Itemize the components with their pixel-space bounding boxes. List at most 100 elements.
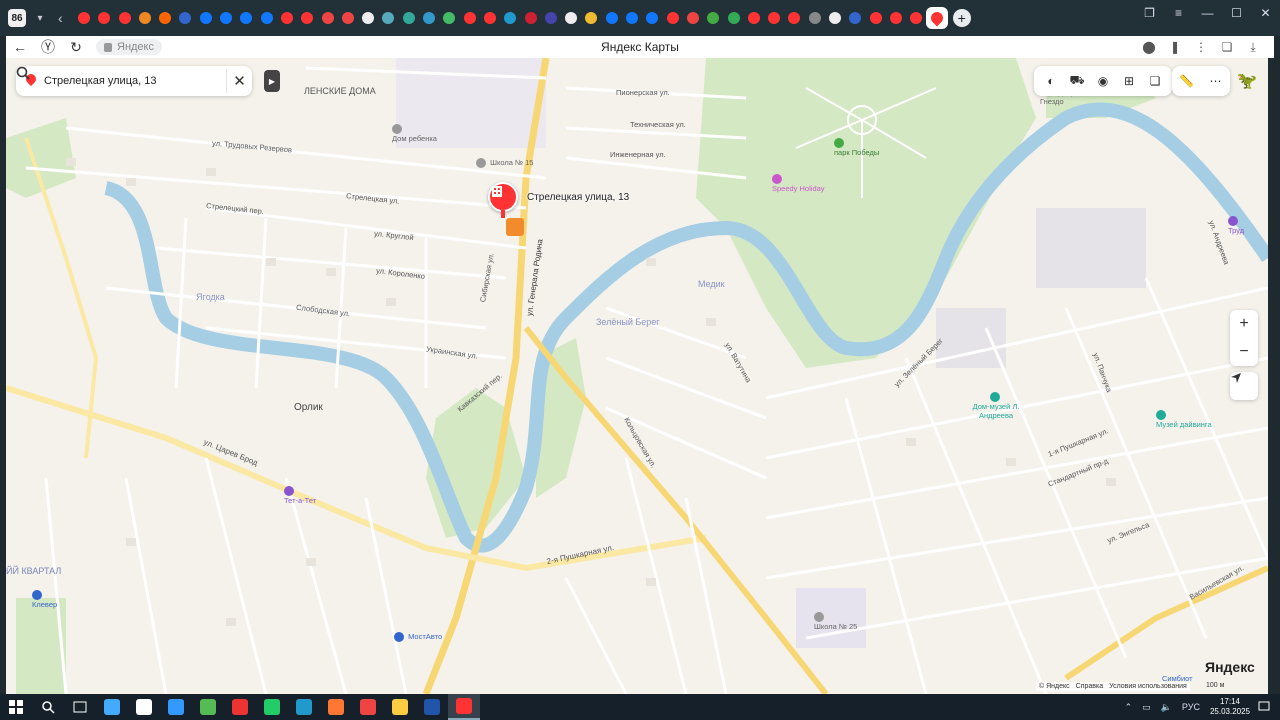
taskbar-app[interactable] xyxy=(288,694,320,720)
browser-tab[interactable] xyxy=(480,8,500,28)
browser-tab[interactable] xyxy=(683,8,703,28)
taskbar-app[interactable] xyxy=(448,694,480,720)
panorama-icon[interactable]: ◉ xyxy=(1090,68,1116,94)
tabs-panel-icon[interactable]: ❐ xyxy=(1135,0,1164,26)
taskbar-app[interactable] xyxy=(352,694,384,720)
browser-tab[interactable] xyxy=(561,8,581,28)
poi-speedy-holiday[interactable]: Speedy Holiday xyxy=(772,174,825,193)
locate-me-button[interactable] xyxy=(1230,372,1258,400)
browser-tab[interactable] xyxy=(724,8,744,28)
location-icon[interactable]: ⬤ xyxy=(1136,36,1162,58)
tray-chevron-up-icon[interactable]: ⌃ xyxy=(1125,702,1133,713)
more-menu-icon[interactable]: ⋮ xyxy=(1188,36,1214,58)
clear-search-button[interactable]: ✕ xyxy=(226,69,252,93)
browser-tab[interactable] xyxy=(74,8,94,28)
back-button[interactable]: ← xyxy=(6,36,34,58)
tab-counter[interactable]: 86 xyxy=(8,9,26,27)
poi-dom-muzei[interactable]: Дом-музей Л. Андреева xyxy=(966,392,1026,420)
browser-tab[interactable] xyxy=(845,8,865,28)
browser-tab[interactable] xyxy=(196,8,216,28)
poi-school-15[interactable]: Школа № 15 xyxy=(476,158,533,169)
browser-tab[interactable] xyxy=(338,8,358,28)
browser-tab[interactable] xyxy=(642,8,662,28)
browser-tab[interactable] xyxy=(521,8,541,28)
browser-tab[interactable] xyxy=(663,8,683,28)
browser-tab[interactable] xyxy=(805,8,825,28)
browser-tab[interactable] xyxy=(277,8,297,28)
taskbar-app[interactable] xyxy=(384,694,416,720)
zoom-out-button[interactable]: − xyxy=(1230,338,1258,366)
browser-tab[interactable] xyxy=(886,8,906,28)
network-icon[interactable]: ▭ xyxy=(1142,702,1151,713)
map-type-icon[interactable]: ◐ xyxy=(1038,68,1064,94)
browser-tab[interactable] xyxy=(257,8,277,28)
browser-tab[interactable] xyxy=(297,8,317,28)
poi-mostavto[interactable]: МостАвто xyxy=(394,632,442,643)
browser-tab[interactable] xyxy=(94,8,114,28)
browser-tab[interactable] xyxy=(318,8,338,28)
poi-dom-rebenka[interactable]: Дом ребенка xyxy=(392,124,437,143)
help-link[interactable]: Справка xyxy=(1076,683,1103,690)
poi-tet-a-tet[interactable]: Тет-а-Тет xyxy=(284,486,316,505)
browser-tab[interactable] xyxy=(581,8,601,28)
taskbar-app[interactable] xyxy=(192,694,224,720)
clock[interactable]: 17:14 25.03.2025 xyxy=(1210,697,1250,717)
poi-park-pobedy[interactable]: парк Победы xyxy=(834,138,879,157)
collapse-panel-button[interactable]: ▶ xyxy=(264,70,280,92)
browser-tab[interactable] xyxy=(500,8,520,28)
new-tab-button[interactable]: + xyxy=(952,9,971,27)
map-canvas[interactable]: ЛЕНСКИЕ ДОМА Ягодка Орлик Медик Зелёный … xyxy=(6,58,1268,694)
search-input[interactable]: Стрелецкая улица, 13 xyxy=(44,75,202,87)
download-icon[interactable]: ⤓ xyxy=(1240,36,1266,58)
taskbar-app[interactable] xyxy=(256,694,288,720)
browser-tab[interactable] xyxy=(419,8,439,28)
terms-link[interactable]: Условия использования xyxy=(1109,683,1187,690)
menu-icon[interactable]: ≡ xyxy=(1164,0,1193,26)
browser-tab[interactable] xyxy=(460,8,480,28)
minimize-button[interactable]: — xyxy=(1193,0,1222,26)
browser-tab[interactable] xyxy=(216,8,236,28)
url-field[interactable]: Яндекс xyxy=(96,39,162,55)
ruler-icon[interactable]: 📏 xyxy=(1175,69,1199,93)
selected-building[interactable] xyxy=(506,218,524,236)
browser-tab[interactable] xyxy=(602,8,622,28)
browser-tab[interactable] xyxy=(155,8,175,28)
taskbar-app[interactable] xyxy=(128,694,160,720)
task-view-icon[interactable] xyxy=(64,694,96,720)
collections-icon[interactable]: ❏ xyxy=(1214,36,1240,58)
tab-menu-chevron-down-icon[interactable]: ▾ xyxy=(32,10,48,26)
poi-trud[interactable]: Труд xyxy=(1228,216,1244,235)
browser-tab[interactable] xyxy=(135,8,155,28)
tab-scroll-left-icon[interactable]: ‹ xyxy=(58,10,72,26)
browser-tab[interactable] xyxy=(175,8,195,28)
taskbar-app[interactable] xyxy=(96,694,128,720)
reload-button[interactable]: ↻ xyxy=(62,36,90,58)
taskbar-app[interactable] xyxy=(320,694,352,720)
language-indicator[interactable]: РУС xyxy=(1182,702,1200,712)
layers-icon[interactable]: ❏ xyxy=(1142,68,1168,94)
poi-school-25[interactable]: Школа № 25 xyxy=(814,612,857,631)
browser-tab[interactable] xyxy=(358,8,378,28)
search-icon[interactable] xyxy=(16,66,226,93)
poi-museum-diving[interactable]: Музей дайвинга xyxy=(1156,410,1212,429)
browser-tab[interactable] xyxy=(784,8,804,28)
search-icon[interactable] xyxy=(32,694,64,720)
zoom-in-button[interactable]: + xyxy=(1230,310,1258,338)
yandex-home-icon[interactable]: Ⓨ xyxy=(34,36,62,58)
browser-tab[interactable] xyxy=(703,8,723,28)
start-button[interactable] xyxy=(0,694,32,720)
more-icon[interactable]: ⋯ xyxy=(1204,69,1228,93)
browser-tab[interactable] xyxy=(866,8,886,28)
browser-tab[interactable] xyxy=(622,8,642,28)
browser-tab[interactable] xyxy=(439,8,459,28)
taskbar-app[interactable] xyxy=(160,694,192,720)
dinosaur-icon[interactable]: 🦖 xyxy=(1235,69,1259,93)
browser-tab[interactable] xyxy=(236,8,256,28)
notifications-icon[interactable] xyxy=(1248,694,1280,720)
selected-place-marker[interactable] xyxy=(488,182,518,218)
taskbar-app[interactable] xyxy=(416,694,448,720)
taskbar-app[interactable] xyxy=(224,694,256,720)
browser-tab[interactable] xyxy=(399,8,419,28)
browser-tab[interactable] xyxy=(764,8,784,28)
maximize-button[interactable]: ☐ xyxy=(1222,0,1251,26)
